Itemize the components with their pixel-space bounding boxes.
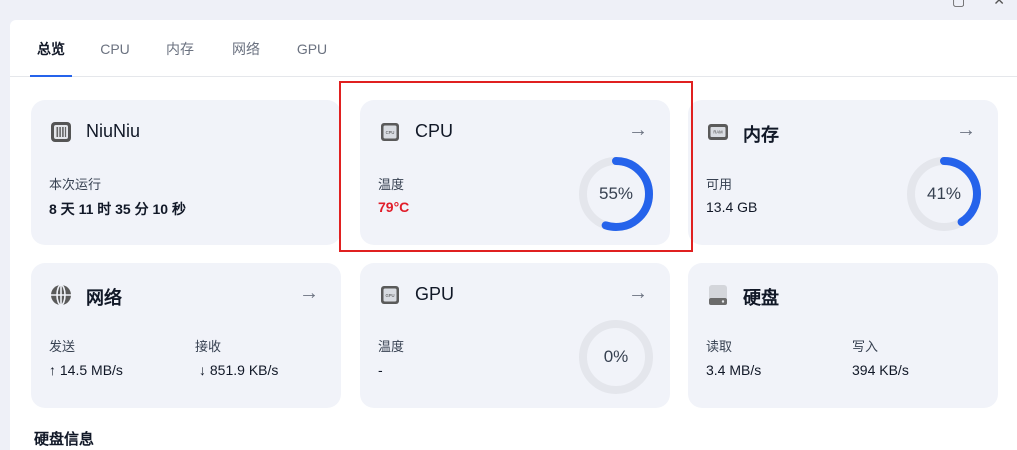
network-receive-label: 接收 <box>195 339 222 354</box>
cpu-chip-icon: CPU <box>381 123 399 141</box>
gpu-usage-gauge: 0% <box>576 317 656 397</box>
network-receive-value: ↓ 851.9 KB/s <box>199 362 279 378</box>
gpu-details-arrow-icon[interactable]: → <box>626 281 650 305</box>
tab-bar: 总览 CPU 内存 网络 GPU <box>10 20 1017 77</box>
svg-text:GPU: GPU <box>385 293 394 298</box>
cpu-details-arrow-icon[interactable]: → <box>626 118 650 142</box>
system-title: NiuNiu <box>86 121 141 141</box>
memory-available-value: 13.4 GB <box>706 199 758 215</box>
network-send-label: 发送 <box>49 339 76 354</box>
network-card[interactable]: 网络 → 发送 ↑ 14.5 MB/s 接收 ↓ 851.9 KB/s <box>31 263 341 408</box>
memory-details-arrow-icon[interactable]: → <box>954 118 978 142</box>
network-title: 网络 <box>86 288 122 308</box>
uptime-value: 8 天 11 时 35 分 10 秒 <box>49 201 186 217</box>
server-icon <box>51 122 71 142</box>
svg-text:CPU: CPU <box>386 130 395 135</box>
gpu-temp-label: 温度 <box>378 339 405 354</box>
gpu-usage-percent: 0% <box>603 347 629 366</box>
network-details-arrow-icon[interactable]: → <box>297 281 321 305</box>
tab-gpu[interactable]: GPU <box>294 20 330 76</box>
cpu-title: CPU <box>415 121 454 141</box>
ram-icon: RAM <box>708 124 728 140</box>
window-controls: ▢ ✕ <box>952 0 1005 9</box>
globe-icon <box>51 284 71 306</box>
disk-read-value: 3.4 MB/s <box>706 362 762 378</box>
tab-network[interactable]: 网络 <box>228 20 264 76</box>
hard-disk-icon <box>709 285 727 305</box>
gpu-title: GPU <box>415 284 455 304</box>
cpu-temp-label: 温度 <box>378 177 405 192</box>
gpu-temp-value: - <box>378 362 383 378</box>
disk-write-value: 394 KB/s <box>852 362 909 378</box>
memory-title: 内存 <box>743 125 779 145</box>
restore-icon[interactable]: ▢ <box>952 0 965 9</box>
disk-title: 硬盘 <box>743 288 779 308</box>
memory-usage-percent: 41% <box>926 184 962 203</box>
cpu-temp-value: 79°C <box>378 199 410 215</box>
system-card: NiuNiu 本次运行 8 天 11 时 35 分 10 秒 <box>31 100 341 245</box>
gpu-card[interactable]: GPU GPU → 温度 - 0% <box>360 263 670 408</box>
disk-read-label: 读取 <box>706 339 733 354</box>
network-send-value: ↑ 14.5 MB/s <box>49 362 123 378</box>
disk-write-label: 写入 <box>852 339 879 354</box>
memory-usage-gauge: 41% <box>904 154 984 234</box>
gpu-chip-icon: GPU <box>381 286 399 304</box>
close-icon[interactable]: ✕ <box>993 0 1005 9</box>
tab-cpu[interactable]: CPU <box>98 20 132 76</box>
disk-card[interactable]: 硬盘 读取 3.4 MB/s 写入 394 KB/s <box>688 263 998 408</box>
disk-info-section-title: 硬盘信息 <box>34 431 95 448</box>
cpu-usage-percent: 55% <box>598 184 634 203</box>
svg-text:RAM: RAM <box>713 130 723 135</box>
tab-memory[interactable]: 内存 <box>162 20 198 76</box>
uptime-label: 本次运行 <box>49 177 102 192</box>
cpu-card[interactable]: CPU CPU → 温度 79°C 55% <box>360 100 670 245</box>
memory-card[interactable]: RAM 内存 → 可用 13.4 GB 41% <box>688 100 998 245</box>
memory-available-label: 可用 <box>706 177 733 192</box>
cpu-usage-gauge: 55% <box>576 154 656 234</box>
tab-overview[interactable]: 总览 <box>30 20 72 77</box>
